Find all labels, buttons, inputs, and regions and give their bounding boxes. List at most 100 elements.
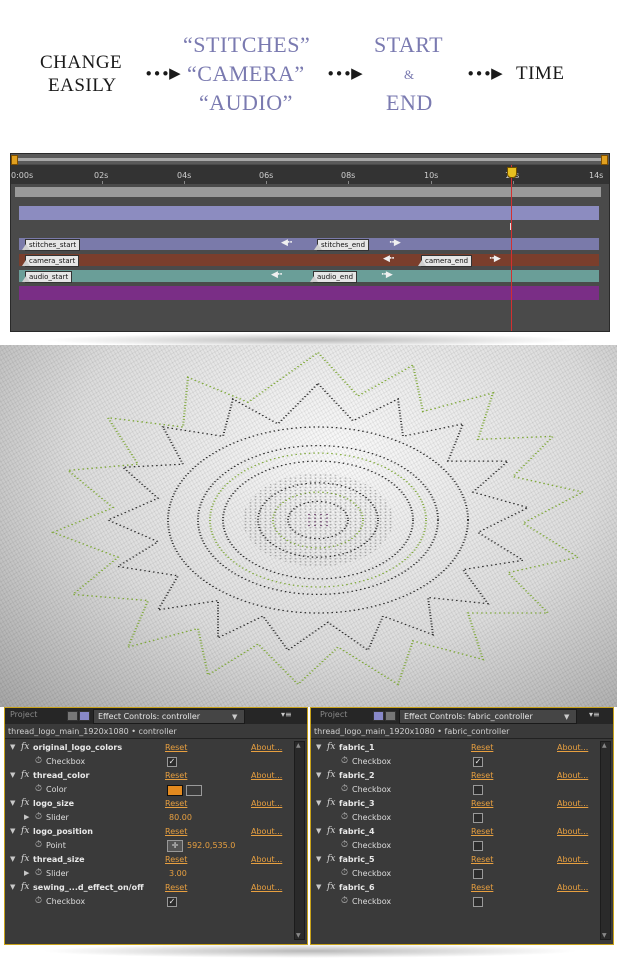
about-link[interactable]: About... <box>557 771 588 780</box>
fx-icon[interactable]: fx <box>21 826 29 836</box>
stopwatch-icon[interactable]: ⏱ <box>341 840 348 850</box>
expand-triangle-icon[interactable]: ▼ <box>316 799 321 807</box>
effect-row[interactable]: ▼ fx logo_size Reset About... <box>5 797 297 811</box>
checkbox[interactable] <box>473 785 483 795</box>
stopwatch-icon[interactable]: ⏱ <box>341 784 348 794</box>
checkbox[interactable] <box>473 897 483 907</box>
about-link[interactable]: About... <box>251 827 282 836</box>
slider-value[interactable]: 3.00 <box>169 869 187 878</box>
lock-icon[interactable] <box>67 711 78 721</box>
marker-stitches-end[interactable]: stitches_end <box>313 239 370 251</box>
chevron-down-icon[interactable]: ▼ <box>232 713 237 721</box>
about-link[interactable]: About... <box>557 743 588 752</box>
work-area-end-handle[interactable] <box>601 155 608 165</box>
fx-icon[interactable]: fx <box>327 826 335 836</box>
stopwatch-icon[interactable]: ⏱ <box>35 868 42 878</box>
reset-link[interactable]: Reset <box>471 855 493 864</box>
effect-row[interactable]: ▼ fx thread_size Reset About... <box>5 853 297 867</box>
about-link[interactable]: About... <box>251 799 282 808</box>
stopwatch-icon[interactable]: ⏱ <box>35 896 42 906</box>
expand-triangle-icon[interactable]: ▼ <box>316 827 321 835</box>
reset-link[interactable]: Reset <box>471 827 493 836</box>
fx-icon[interactable]: fx <box>21 770 29 780</box>
tab-effect-controls[interactable]: Effect Controls: fabric_controller ▼ <box>399 709 577 724</box>
chevron-down-icon[interactable]: ▼ <box>564 713 569 721</box>
tab-effect-controls[interactable]: Effect Controls: controller ▼ <box>93 709 245 724</box>
layer-bar-logo[interactable] <box>19 206 599 220</box>
reset-link[interactable]: Reset <box>471 771 493 780</box>
marker-stitches-start[interactable]: stitches_start <box>21 239 81 251</box>
scroll-down-icon[interactable]: ▼ <box>602 932 607 939</box>
checkbox[interactable] <box>473 841 483 851</box>
about-link[interactable]: About... <box>251 743 282 752</box>
expand-triangle-icon[interactable]: ▼ <box>316 771 321 779</box>
stopwatch-icon[interactable]: ⏱ <box>341 896 348 906</box>
lock-icon[interactable] <box>385 711 396 721</box>
reset-link[interactable]: Reset <box>165 883 187 892</box>
collapsed-triangle-icon[interactable]: ▶ <box>24 813 29 821</box>
panel-menu-icon[interactable]: ▾≡ <box>589 710 600 719</box>
fx-icon[interactable]: fx <box>327 742 335 752</box>
time-ruler[interactable]: 0:00s 02s 04s 06s 08s 10s 12s 14s <box>11 165 609 184</box>
scroll-down-icon[interactable]: ▼ <box>296 932 301 939</box>
comp-duration-bar[interactable] <box>15 187 601 197</box>
layer-bar-fabric[interactable] <box>19 286 599 300</box>
stopwatch-icon[interactable]: ⏱ <box>35 812 42 822</box>
about-link[interactable]: About... <box>251 771 282 780</box>
expand-triangle-icon[interactable]: ▼ <box>316 855 321 863</box>
about-link[interactable]: About... <box>557 827 588 836</box>
stopwatch-icon[interactable]: ⏱ <box>35 756 42 766</box>
expand-triangle-icon[interactable]: ▼ <box>10 799 15 807</box>
fx-icon[interactable]: fx <box>21 882 29 892</box>
effect-row[interactable]: ▼ fx fabric_1 Reset About... <box>311 741 603 755</box>
expand-triangle-icon[interactable]: ▼ <box>10 743 15 751</box>
expand-triangle-icon[interactable]: ▼ <box>10 771 15 779</box>
checkbox[interactable]: ✓ <box>167 757 177 767</box>
marker-audio-start[interactable]: audio_start <box>21 271 73 283</box>
work-area-start-handle[interactable] <box>11 155 18 165</box>
reset-link[interactable]: Reset <box>165 771 187 780</box>
playhead-handle[interactable] <box>507 167 517 178</box>
collapsed-triangle-icon[interactable]: ▶ <box>24 869 29 877</box>
work-area-bar[interactable] <box>11 154 609 165</box>
checkbox[interactable]: ✓ <box>167 897 177 907</box>
reset-link[interactable]: Reset <box>471 799 493 808</box>
layer-bar-audio[interactable]: audio_start ◀∙∙ audio_end ∙∙▶ <box>19 270 599 283</box>
expand-triangle-icon[interactable]: ▼ <box>10 855 15 863</box>
tab-project[interactable]: Project <box>10 710 37 719</box>
slider-value[interactable]: 80.00 <box>169 813 192 822</box>
effect-row[interactable]: ▼ fx fabric_2 Reset About... <box>311 769 603 783</box>
fx-icon[interactable]: fx <box>327 770 335 780</box>
expand-triangle-icon[interactable]: ▼ <box>316 743 321 751</box>
effect-row[interactable]: ▼ fx fabric_6 Reset About... <box>311 881 603 895</box>
reset-link[interactable]: Reset <box>165 799 187 808</box>
stopwatch-icon[interactable]: ⏱ <box>341 868 348 878</box>
point-value[interactable]: 592.0,535.0 <box>187 841 235 850</box>
fx-icon[interactable]: fx <box>327 882 335 892</box>
stopwatch-icon[interactable]: ⏱ <box>35 784 42 794</box>
tab-project[interactable]: Project <box>320 710 347 719</box>
reset-link[interactable]: Reset <box>165 827 187 836</box>
reset-link[interactable]: Reset <box>165 855 187 864</box>
marker-audio-end[interactable]: audio_end <box>309 271 358 283</box>
marker-camera-start[interactable]: camera_start <box>21 255 80 267</box>
panel-menu-icon[interactable]: ▾≡ <box>281 710 292 719</box>
fx-icon[interactable]: fx <box>327 854 335 864</box>
fx-icon[interactable]: fx <box>21 742 29 752</box>
about-link[interactable]: About... <box>557 799 588 808</box>
about-link[interactable]: About... <box>557 855 588 864</box>
about-link[interactable]: About... <box>251 883 282 892</box>
about-link[interactable]: About... <box>557 883 588 892</box>
crosshair-icon[interactable]: ✛ <box>167 840 183 852</box>
reset-link[interactable]: Reset <box>471 743 493 752</box>
effect-row[interactable]: ▼ fx fabric_4 Reset About... <box>311 825 603 839</box>
expand-triangle-icon[interactable]: ▼ <box>316 883 321 891</box>
fx-icon[interactable]: fx <box>327 798 335 808</box>
effect-row[interactable]: ▼ fx sewing_...d_effect_on/off Reset Abo… <box>5 881 297 895</box>
marker-camera-end[interactable]: camera_end <box>417 255 473 267</box>
fx-icon[interactable]: fx <box>21 798 29 808</box>
checkbox[interactable]: ✓ <box>473 757 483 767</box>
eyedropper-icon[interactable] <box>186 785 202 796</box>
stopwatch-icon[interactable]: ⏱ <box>341 756 348 766</box>
layer-bar-stitches[interactable]: stitches_start ◀∙∙ stitches_end ∙∙▶ <box>19 238 599 251</box>
